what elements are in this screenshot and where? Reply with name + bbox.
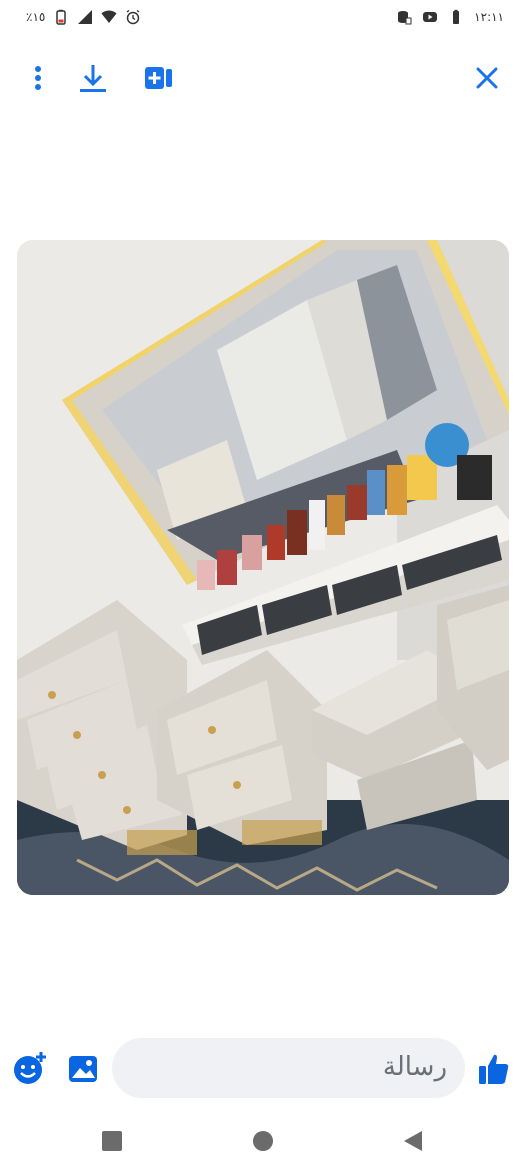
back-button[interactable]: [398, 1126, 428, 1156]
message-photo[interactable]: [17, 240, 509, 895]
battery-saver-icon: [453, 9, 460, 24]
vanity-dresser-image: [17, 240, 509, 895]
youtube-icon: [423, 12, 438, 22]
alarm-icon: [126, 9, 140, 25]
signal-icon: [78, 10, 93, 24]
home-button[interactable]: [248, 1126, 278, 1156]
emoji-button[interactable]: [12, 1050, 48, 1086]
gallery-button[interactable]: [68, 1054, 98, 1084]
close-icon: [476, 67, 498, 89]
close-button[interactable]: [467, 52, 507, 104]
add-photo-icon: [145, 67, 172, 89]
recent-apps-button[interactable]: [97, 1126, 127, 1156]
image-icon: [69, 1056, 97, 1082]
download-button[interactable]: [73, 52, 113, 104]
status-bar: ٪١٥ ١٢:١١: [0, 0, 526, 38]
message-input-placeholder: رسالة: [382, 1052, 447, 1082]
status-bar-right: ١٢:١١: [396, 9, 504, 25]
square-icon: [102, 1131, 122, 1151]
message-composer: رسالة: [0, 1030, 526, 1100]
message-input[interactable]: رسالة: [112, 1038, 465, 1098]
wifi-icon: [101, 10, 117, 23]
clock: ١٢:١١: [474, 10, 504, 24]
thumbs-up-icon: [479, 1054, 509, 1084]
circle-icon: [253, 1131, 273, 1151]
more-vertical-icon: [35, 66, 41, 90]
data-saver-icon: [398, 11, 412, 25]
battery-icon: [56, 9, 67, 25]
download-icon: [80, 65, 106, 92]
battery-percent: ٪١٥: [26, 10, 46, 24]
status-bar-left: ٪١٥: [26, 9, 141, 25]
add-to-album-button[interactable]: [139, 52, 179, 104]
like-button[interactable]: [478, 1052, 510, 1086]
system-navigation-bar: [0, 1112, 526, 1169]
more-options-button[interactable]: [18, 52, 58, 104]
back-triangle-icon: [404, 1131, 422, 1151]
emoji-add-icon: [14, 1052, 46, 1084]
viewer-toolbar: [0, 52, 526, 104]
